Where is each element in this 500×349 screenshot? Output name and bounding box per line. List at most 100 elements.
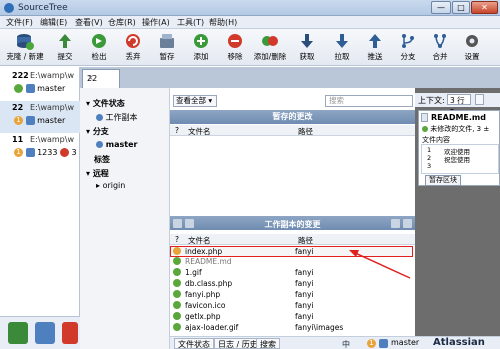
added-icon	[173, 268, 181, 276]
added-icon	[173, 323, 181, 331]
branch-icon	[402, 34, 414, 48]
status-bar: 文件状态 日志 / 历史 搜索 1 master Atlassian	[170, 336, 500, 349]
search-input[interactable]: 搜索	[325, 95, 413, 107]
stash-button[interactable]: 暂存	[150, 31, 184, 64]
repo-number: 11	[12, 135, 24, 144]
file-row[interactable]: favicon.ico fanyi	[170, 300, 415, 311]
remove-icon	[228, 34, 242, 48]
close-tab-icon[interactable]: ×	[87, 73, 116, 82]
file-status-panel: 查看全部 ▾ 搜索 暂存的更改 ? 文件名 路径 工作副本的变更 ? 文件名 路…	[170, 88, 415, 349]
file-row[interactable]: db.class.php fanyi	[170, 278, 415, 289]
tab-log-history[interactable]: 日志 / 历史	[214, 338, 262, 349]
menu-edit[interactable]: 编辑(E)	[40, 17, 67, 28]
sidebar-section-file-status[interactable]: ▾ 文件状态	[86, 98, 125, 109]
context-bar: 上下文: 3 行 ▾	[415, 93, 500, 115]
staged-column-header: ? 文件名 路径	[170, 125, 415, 136]
add-button[interactable]: 添加	[184, 31, 218, 64]
diff-card: README.md 未修改的文件, 3 ± 文件内容 1 欢迎使用 2 祝您使用…	[418, 110, 500, 186]
add-folder-icon[interactable]	[35, 322, 55, 344]
stage-hunk-button[interactable]: 暂存区块	[425, 175, 461, 186]
diff-content: 1 欢迎使用 2 祝您使用 3	[421, 144, 499, 174]
clone-new-button[interactable]: 克隆 / 新建	[5, 31, 45, 64]
fetch-button[interactable]: 获取	[290, 31, 324, 64]
remove-button[interactable]: 移除	[218, 31, 252, 64]
branch-icon	[96, 141, 103, 148]
status-branch: master	[391, 338, 420, 347]
close-button[interactable]: ✕	[471, 1, 498, 14]
document-icon	[421, 113, 428, 122]
merge-icon	[434, 34, 446, 48]
file-row[interactable]: README.md	[170, 256, 415, 267]
file-row[interactable]: getlx.php fanyi	[170, 311, 415, 322]
branch-button[interactable]: 分支	[391, 31, 425, 64]
settings-button[interactable]: 设置	[455, 31, 489, 64]
push-button[interactable]: 推送	[358, 31, 392, 64]
settings-icon	[466, 35, 478, 47]
branch-icon	[379, 339, 388, 348]
discard-button[interactable]: 丢弃	[116, 31, 150, 64]
sidebar-item-working-copy[interactable]: 工作副本	[96, 112, 138, 123]
minimize-button[interactable]: —	[431, 1, 451, 14]
repo-item[interactable]: 222 E:\wamp\w master	[0, 69, 80, 101]
sourcetree-logo-icon	[4, 3, 14, 13]
fetch-icon	[301, 34, 313, 48]
branch-icon	[25, 84, 35, 93]
atlassian-logo: Atlassian	[433, 337, 485, 348]
sidebar-item-origin[interactable]: ▸ origin	[96, 181, 125, 190]
remove-repository-icon[interactable]	[62, 322, 78, 344]
menu-bar: 文件(F) 编辑(E) 查看(V) 仓库(R) 操作(A) 工具(T) 帮助(H…	[0, 16, 500, 29]
file-row[interactable]: ajax-loader.gif fanyi\images	[170, 322, 415, 333]
warning-icon	[60, 148, 69, 157]
add-repository-icon[interactable]	[8, 322, 28, 344]
repo-number: 222	[12, 71, 29, 80]
check-icon	[422, 126, 428, 132]
context-option-button[interactable]	[475, 94, 484, 105]
repo-item-selected[interactable]: 22 E:\wamp\w 1 master	[0, 101, 80, 133]
sidebar-section-branches[interactable]: ▾ 分支	[86, 126, 109, 137]
menu-repository[interactable]: 仓库(R)	[108, 17, 136, 28]
menu-actions[interactable]: 操作(A)	[142, 17, 170, 28]
file-row[interactable]: fanyi.php fanyi	[170, 289, 415, 300]
repo-item[interactable]: 11 E:\wamp\w 1 1233 3	[0, 133, 80, 165]
push-icon	[369, 34, 381, 48]
tab-file-status[interactable]: 文件状态	[174, 338, 214, 349]
pull-button[interactable]: 拉取	[325, 31, 359, 64]
view-filter-select[interactable]: 查看全部 ▾	[173, 95, 217, 107]
repo-tab-strip	[80, 67, 500, 88]
branch-icon	[25, 148, 35, 157]
window-title: SourceTree	[18, 3, 68, 13]
file-row[interactable]: 1.gif fanyi	[170, 267, 415, 278]
check-icon	[14, 84, 23, 93]
stage-all-icon[interactable]	[403, 219, 412, 228]
checkout-icon	[92, 34, 106, 48]
repo-branch: master	[37, 116, 66, 125]
checkout-button[interactable]: 检出	[82, 31, 116, 64]
added-icon	[173, 290, 181, 298]
repo-actions-bar	[0, 316, 80, 349]
sidebar-section-remotes[interactable]: ▾ 远程	[86, 168, 109, 179]
tab-search[interactable]: 搜索	[256, 338, 280, 349]
repo-count: 3	[71, 148, 77, 157]
added-icon	[173, 257, 181, 265]
maximize-button[interactable]: □	[452, 1, 470, 14]
stage-down-icon[interactable]	[391, 219, 400, 228]
repo-tab[interactable]: 22 ×	[82, 69, 120, 88]
repo-path: E:\wamp\w	[30, 135, 74, 144]
stash-icon	[160, 34, 174, 48]
menu-view[interactable]: 查看(V)	[75, 17, 103, 28]
sidebar: ▾ 文件状态 工作副本 ▾ 分支 master 标签 ▾ 远程 ▸ origin	[80, 88, 170, 349]
context-label: 上下文:	[418, 96, 445, 105]
sidebar-section-tags[interactable]: 标签	[94, 154, 110, 165]
diff-file-note: 未修改的文件, 3 ±	[422, 124, 489, 134]
menu-tools[interactable]: 工具(T)	[177, 17, 204, 28]
merge-button[interactable]: 合并	[423, 31, 457, 64]
context-lines-select[interactable]: 3 行 ▾	[447, 94, 471, 115]
menu-help[interactable]: 帮助(H)	[209, 17, 237, 28]
repo-number: 22	[12, 103, 24, 112]
commit-button[interactable]: 提交	[48, 31, 82, 64]
sidebar-item-master[interactable]: master	[96, 140, 138, 149]
menu-file[interactable]: 文件(F)	[6, 17, 33, 28]
add-icon	[194, 34, 208, 48]
added-icon	[173, 279, 181, 287]
add-remove-button[interactable]: 添加/删除	[250, 31, 290, 64]
